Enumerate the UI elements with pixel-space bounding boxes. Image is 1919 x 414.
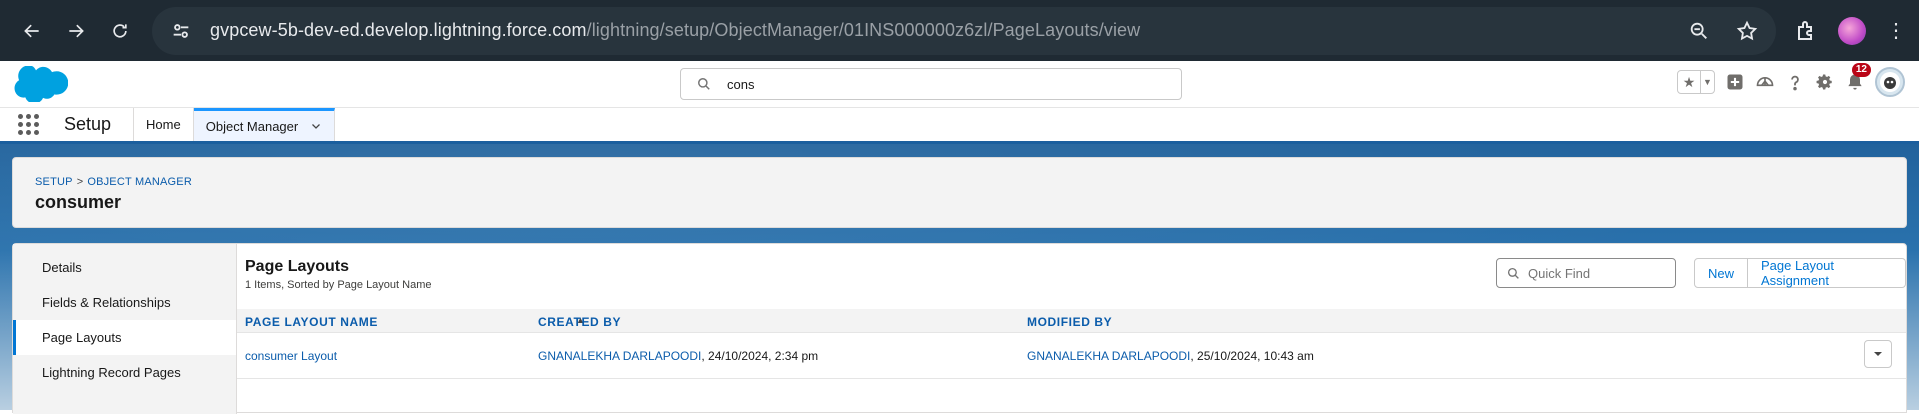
list-actions: New Page Layout Assignment [1694, 258, 1906, 288]
notification-count-badge: 12 [1851, 63, 1871, 77]
back-icon[interactable] [12, 11, 52, 51]
column-header-created-by[interactable]: CREATED BY [538, 315, 621, 329]
url-text: gvpcew-5b-dev-ed.develop.lightning.force… [210, 20, 1141, 40]
list-header: Page Layouts 1 Items, Sorted by Page Lay… [237, 244, 1906, 309]
breadcrumb-setup-link[interactable]: SETUP [35, 176, 73, 188]
favorite-star-icon[interactable]: ★ [1678, 71, 1700, 93]
bookmark-star-icon[interactable] [1736, 20, 1758, 42]
page-layouts-panel: Page Layouts 1 Items, Sorted by Page Lay… [237, 244, 1906, 414]
page-title: consumer [35, 192, 122, 212]
notifications-bell-icon[interactable]: 12 [1845, 63, 1871, 92]
help-icon[interactable] [1785, 72, 1805, 92]
setup-gear-icon[interactable] [1815, 72, 1835, 92]
breadcrumb: SETUP > OBJECT MANAGER [35, 176, 1884, 188]
quick-find-input[interactable]: Quick Find [1496, 258, 1676, 288]
app-name: Setup [54, 108, 135, 141]
favorites-list-dropdown-icon[interactable]: ▼ [1700, 71, 1714, 93]
quick-find-placeholder: Quick Find [1528, 265, 1591, 281]
object-detail-card: Details Fields & Relationships Page Layo… [12, 243, 1907, 414]
nav-tab-home[interactable]: Home [134, 108, 194, 141]
site-info-icon[interactable] [170, 20, 192, 42]
modified-by-user-link[interactable]: GNANALEKHA DARLAPOODI [1027, 349, 1190, 363]
created-by-cell: GNANALEKHA DARLAPOODI, 24/10/2024, 2:34 … [538, 349, 818, 363]
table-row: consumer Layout GNANALEKHA DARLAPOODI, 2… [237, 333, 1906, 379]
sidebar-item-lightning-record-pages[interactable]: Lightning Record Pages [13, 355, 236, 390]
address-bar[interactable]: gvpcew-5b-dev-ed.develop.lightning.force… [152, 6, 1776, 55]
zoom-icon[interactable] [1688, 20, 1710, 42]
astro-avatar-icon [1880, 72, 1900, 92]
profile-avatar[interactable] [1838, 16, 1866, 45]
search-icon [1507, 267, 1519, 279]
chevron-down-icon [1874, 352, 1882, 356]
created-by-user-link[interactable]: GNANALEKHA DARLAPOODI [538, 349, 701, 363]
sidebar-item-label: Details [42, 260, 82, 275]
sidebar-item-details[interactable]: Details [13, 250, 236, 285]
object-page-header: SETUP > OBJECT MANAGER consumer [12, 157, 1907, 228]
forward-icon[interactable] [56, 11, 96, 51]
row-actions-button[interactable] [1864, 340, 1892, 368]
column-header-page-layout-name[interactable]: PAGE LAYOUT NAME [245, 315, 378, 329]
app-navigation-bar: Setup Home Object Manager [0, 108, 1919, 144]
sidebar-item-label: Fields & Relationships [42, 295, 171, 310]
sidebar-item-label: Page Layouts [42, 330, 122, 345]
page-layouts-table: PAGE LAYOUT NAME ▲ CREATED BY MODIFIED B… [237, 309, 1906, 379]
global-search-input[interactable]: cons [680, 68, 1182, 100]
modified-by-cell: GNANALEKHA DARLAPOODI, 25/10/2024, 10:43… [1027, 349, 1314, 363]
modified-by-date: , 25/10/2024, 10:43 am [1190, 349, 1314, 363]
browser-menu-icon[interactable]: ⋮ [1886, 21, 1906, 41]
favorites-button-group: ★ ▼ [1677, 70, 1715, 94]
sidebar-item-page-layouts[interactable]: Page Layouts [13, 320, 236, 355]
created-by-date: , 24/10/2024, 2:34 pm [701, 349, 819, 363]
search-icon [698, 78, 710, 90]
sidebar-item-fields-relationships[interactable]: Fields & Relationships [13, 285, 236, 320]
extensions-icon[interactable] [1794, 19, 1818, 43]
page-layout-assignment-button[interactable]: Page Layout Assignment [1748, 258, 1906, 288]
trailhead-guidance-icon[interactable] [1755, 72, 1775, 92]
reload-icon[interactable] [100, 11, 140, 51]
global-actions-icon[interactable] [1725, 72, 1745, 92]
breadcrumb-separator: > [76, 176, 84, 188]
table-header: PAGE LAYOUT NAME ▲ CREATED BY MODIFIED B… [237, 309, 1906, 333]
page-layout-name-link[interactable]: consumer Layout [245, 349, 337, 363]
browser-toolbar: gvpcew-5b-dev-ed.develop.lightning.force… [0, 0, 1919, 61]
sidebar-item-label: Lightning Record Pages [42, 365, 181, 380]
nav-tab-label: Object Manager [205, 118, 299, 134]
app-launcher-icon[interactable] [18, 108, 54, 141]
column-header-modified-by[interactable]: MODIFIED BY [1027, 315, 1112, 329]
breadcrumb-object-manager-link[interactable]: OBJECT MANAGER [87, 176, 192, 188]
chevron-down-icon[interactable] [310, 120, 322, 132]
global-search-value: cons [727, 76, 755, 92]
user-avatar[interactable] [1875, 67, 1905, 97]
salesforce-logo[interactable] [14, 66, 68, 102]
global-header: cons ★ ▼ 12 [0, 61, 1919, 108]
object-sidebar: Details Fields & Relationships Page Layo… [13, 244, 237, 414]
nav-tab-label: Home [146, 117, 181, 132]
nav-tab-object-manager[interactable]: Object Manager [193, 108, 336, 141]
new-button[interactable]: New [1694, 258, 1749, 288]
